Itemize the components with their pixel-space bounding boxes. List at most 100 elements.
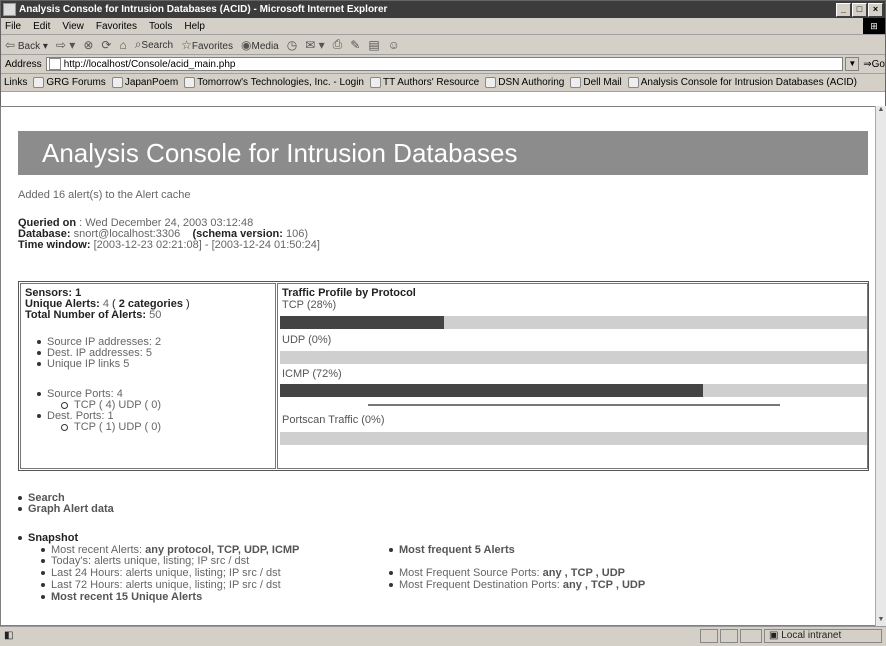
bullet-icon xyxy=(18,536,22,541)
freq-src-links[interactable]: any , TCP , UDP xyxy=(543,567,625,579)
toolbar: ⇦ Back ▾ ⇨ ▾ ⊗ ⟳ ⌂ ⌕Search ☆Favorites ◉M… xyxy=(1,35,885,55)
menu-help[interactable]: Help xyxy=(184,21,205,32)
snapshot-today: Today's: alerts unique, listing; IP src … xyxy=(41,555,249,567)
today-links[interactable]: alerts unique, listing; IP src / dst xyxy=(94,555,249,567)
window-title: Analysis Console for Intrusion Databases… xyxy=(19,4,388,15)
address-url: http://localhost/Console/acid_main.php xyxy=(63,58,236,70)
back-button[interactable]: ⇦ Back ▾ xyxy=(5,38,48,52)
total-alerts-link[interactable]: 50 xyxy=(146,309,161,321)
bullet-icon xyxy=(41,595,45,600)
bullet-icon xyxy=(41,571,45,576)
bullet-icon xyxy=(389,548,393,553)
menu-favorites[interactable]: Favorites xyxy=(96,21,137,32)
address-input[interactable]: http://localhost/Console/acid_main.php xyxy=(45,57,844,71)
link-dell-mail[interactable]: Dell Mail xyxy=(570,77,622,88)
link-tt-authors[interactable]: TT Authors' Resource xyxy=(370,77,479,88)
link-icon xyxy=(627,77,639,88)
discuss-icon[interactable]: ▤ xyxy=(368,38,379,52)
link-japanpoem[interactable]: JapanPoem xyxy=(111,77,178,88)
frequent5-link[interactable]: Most frequent 5 Alerts xyxy=(389,544,515,556)
status-pane xyxy=(740,629,762,643)
menu-bar: File Edit View Favorites Tools Help ⊞ xyxy=(1,18,885,35)
cache-message: Added 16 alert(s) to the Alert cache xyxy=(18,189,191,201)
link-dsn-authoring[interactable]: DSN Authoring xyxy=(485,77,564,88)
refresh-icon[interactable]: ⟳ xyxy=(101,38,111,52)
bullet-icon xyxy=(37,340,41,345)
timewindow-line: Time window: [2003-12-23 02:21:08] - [20… xyxy=(18,239,320,251)
page-content: Analysis Console for Intrusion Databases… xyxy=(0,106,876,626)
link-grg-forums[interactable]: GRG Forums xyxy=(33,77,106,88)
stats-table: Sensors: 1 Unique Alerts: 4 ( 2 categori… xyxy=(18,281,869,471)
ie-page-icon xyxy=(3,3,16,16)
address-bar: Address http://localhost/Console/acid_ma… xyxy=(1,55,885,74)
icmp-bar-track xyxy=(280,384,867,397)
back-arrow-icon: ⇦ xyxy=(5,37,16,52)
media-button[interactable]: ◉Media xyxy=(241,38,279,52)
link-icon xyxy=(370,77,381,88)
address-label: Address xyxy=(5,58,42,70)
link-acid[interactable]: Analysis Console for Intrusion Databases… xyxy=(627,77,857,88)
freq-dst-links[interactable]: any , TCP , UDP xyxy=(563,579,645,591)
messenger-icon[interactable]: ☺ xyxy=(388,38,400,52)
snapshot-heading: Snapshot xyxy=(18,532,78,544)
portscan-bar-track xyxy=(280,432,867,445)
scroll-up-icon[interactable]: ▲ xyxy=(876,106,886,116)
favorites-button[interactable]: ☆Favorites xyxy=(181,38,233,52)
dest-ports-detail[interactable]: TCP ( 1) UDP ( 0) xyxy=(61,421,161,433)
search-button[interactable]: ⌕Search xyxy=(135,37,173,52)
link-tomorrows-tech[interactable]: Tomorrow's Technologies, Inc. - Login xyxy=(184,77,364,88)
bullet-icon xyxy=(37,392,41,397)
portscan-label: Portscan Traffic (0%) xyxy=(282,414,385,426)
bullet-icon xyxy=(389,571,393,576)
mail-icon[interactable]: ✉ ▾ xyxy=(305,38,324,52)
print-icon[interactable]: ⎙ xyxy=(333,37,343,52)
minimize-button[interactable]: _ xyxy=(836,2,851,17)
last24-links[interactable]: alerts unique, listing; IP src / dst xyxy=(126,567,281,579)
circle-bullet-icon xyxy=(61,423,68,431)
close-button[interactable]: × xyxy=(868,2,883,17)
last72-links[interactable]: alerts unique, listing; IP src / dst xyxy=(126,579,281,591)
history-icon[interactable]: ◷ xyxy=(287,38,297,52)
bullet-icon xyxy=(18,507,22,512)
title-bar: Analysis Console for Intrusion Databases… xyxy=(1,1,885,18)
bullet-icon xyxy=(41,559,45,564)
status-bar: ◧ ▣ Local intranet xyxy=(0,626,886,646)
stop-icon[interactable]: ⊗ xyxy=(83,38,93,52)
bullet-icon xyxy=(41,583,45,588)
scroll-down-icon[interactable]: ▼ xyxy=(876,616,886,626)
edit-icon[interactable]: ✎ xyxy=(350,38,360,52)
menu-edit[interactable]: Edit xyxy=(33,21,50,32)
menu-tools[interactable]: Tools xyxy=(149,21,172,32)
forward-button[interactable]: ⇨ ▾ xyxy=(56,38,75,52)
status-page-icon: ◧ xyxy=(4,630,14,641)
traffic-profile-panel: Traffic Profile by Protocol TCP (28%) UD… xyxy=(277,283,868,469)
alert-summary-panel: Sensors: 1 Unique Alerts: 4 ( 2 categori… xyxy=(20,283,276,469)
page-banner: Analysis Console for Intrusion Databases xyxy=(18,131,868,175)
link-icon xyxy=(184,77,196,88)
links-bar: Links GRG Forums JapanPoem Tomorrow's Te… xyxy=(1,74,885,92)
circle-bullet-icon xyxy=(61,401,68,409)
link-icon xyxy=(570,77,582,88)
intranet-icon: ▣ xyxy=(769,630,782,641)
menu-view[interactable]: View xyxy=(62,21,84,32)
graph-alert-link[interactable]: Graph Alert data xyxy=(18,503,114,515)
menu-file[interactable]: File xyxy=(5,21,21,32)
traffic-profile-title: Traffic Profile by Protocol xyxy=(282,287,416,299)
udp-label: UDP (0%) xyxy=(282,334,332,346)
bullet-icon xyxy=(37,362,41,367)
tcp-bar-fill xyxy=(280,316,445,329)
go-button[interactable]: ⇒Go xyxy=(863,59,885,70)
recent15-link[interactable]: Most recent 15 Unique Alerts xyxy=(41,591,202,603)
snapshot-last72: Last 72 Hours: alerts unique, listing; I… xyxy=(41,579,281,591)
total-alerts-line: Total Number of Alerts: 50 xyxy=(25,309,162,321)
home-icon[interactable]: ⌂ xyxy=(119,38,126,52)
snapshot-last24: Last 24 Hours: alerts unique, listing; I… xyxy=(41,567,281,579)
bullet-icon xyxy=(389,583,393,588)
maximize-button[interactable]: □ xyxy=(852,2,867,17)
icmp-label: ICMP (72%) xyxy=(282,368,342,380)
status-pane xyxy=(700,629,718,643)
vertical-scrollbar[interactable]: ▲ ▼ xyxy=(875,106,886,626)
go-arrow-icon: ⇒ xyxy=(863,58,872,70)
unique-links-link[interactable]: Unique IP links 5 xyxy=(37,358,129,370)
address-dropdown-icon[interactable]: ▼ xyxy=(845,57,860,71)
